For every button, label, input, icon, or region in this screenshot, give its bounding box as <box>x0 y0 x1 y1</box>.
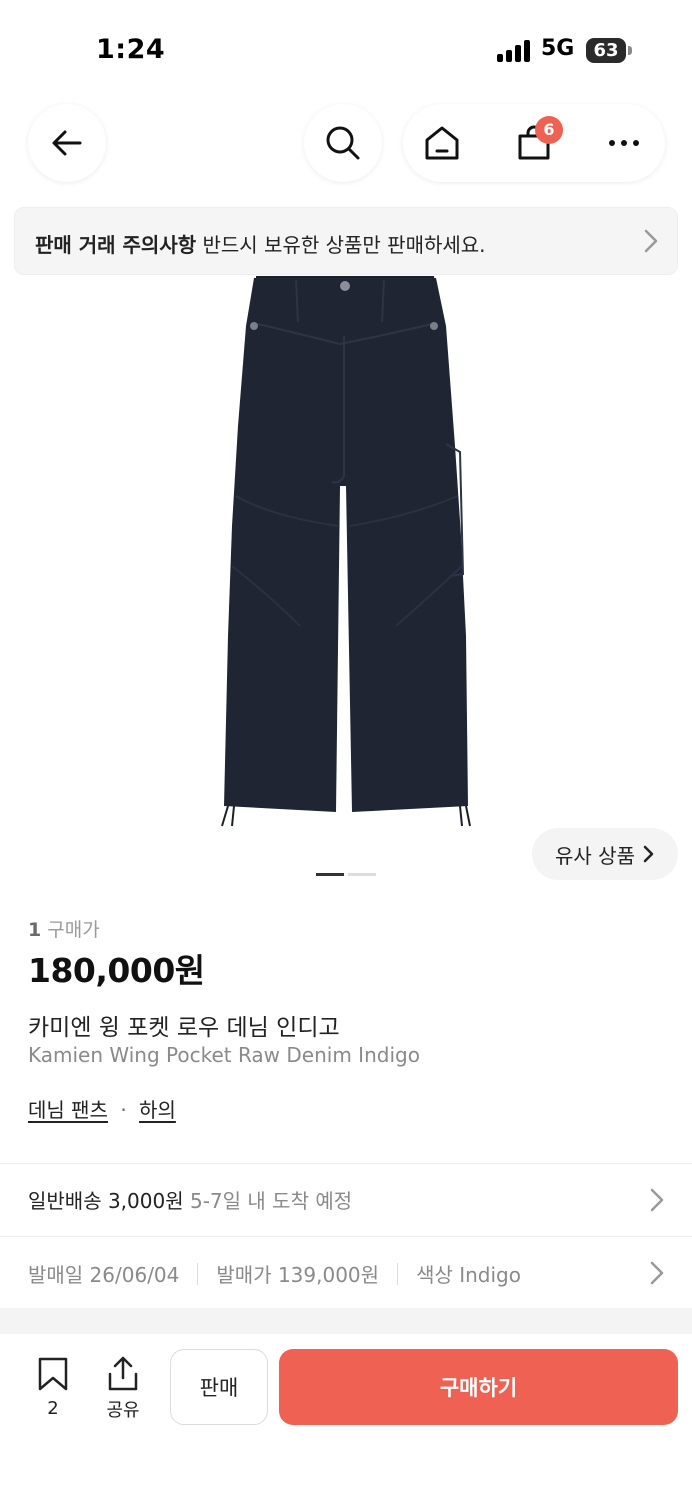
chevron-right-icon <box>644 229 658 253</box>
color-info: 색상 Indigo <box>416 1263 521 1287</box>
battery-tip <box>628 46 632 55</box>
retail-price: 발매가 139,000원 <box>216 1263 380 1287</box>
chevron-right-icon <box>650 1261 664 1285</box>
back-button[interactable] <box>28 104 106 182</box>
chevron-right-icon <box>643 845 654 863</box>
sell-button[interactable]: 판매 <box>170 1349 268 1425</box>
status-time: 1:24 <box>96 34 166 65</box>
bookmark-button[interactable]: 2 <box>26 1356 80 1426</box>
home-icon <box>425 126 459 160</box>
arrow-left-icon <box>52 130 82 156</box>
bookmark-count: 2 <box>47 1398 59 1419</box>
divider <box>0 1236 692 1237</box>
trade-notice[interactable]: 판매 거래 주의사항 반드시 보유한 상품만 판매하세요. <box>14 207 678 275</box>
release-date: 발매일 26/06/04 <box>28 1263 180 1287</box>
shipping-eta: 5-7일 내 도착 예정 <box>189 1189 353 1213</box>
share-icon <box>108 1356 138 1391</box>
category-tags: 데님 팬츠 · 하의 <box>28 1094 176 1123</box>
image-pager-dot-active <box>316 873 344 876</box>
cart-button[interactable] <box>499 104 569 182</box>
more-button[interactable] <box>589 104 659 182</box>
price-rank: 1 <box>28 919 42 941</box>
notice-body: 반드시 보유한 상품만 판매하세요. <box>202 233 486 257</box>
product-name-en: Kamien Wing Pocket Raw Denim Indigo <box>28 1043 420 1067</box>
product-image[interactable] <box>0 276 692 836</box>
shipping-row[interactable]: 일반배송 3,000원 5-7일 내 도착 예정 <box>28 1185 352 1214</box>
nav-actions <box>403 104 665 182</box>
divider <box>0 1163 692 1164</box>
cart-badge: 6 <box>535 116 563 144</box>
battery-icon: 63 <box>586 38 626 63</box>
image-pager-dot <box>348 873 376 876</box>
section-spacer <box>0 1308 692 1334</box>
bookmark-icon <box>38 1357 68 1391</box>
more-icon <box>609 140 639 146</box>
price: 180,000원 <box>28 951 205 990</box>
share-label: 공유 <box>106 1400 140 1421</box>
buy-button[interactable]: 구매하기 <box>279 1349 678 1425</box>
price-label-text: 구매가 <box>47 919 100 941</box>
share-button[interactable]: 공유 <box>96 1356 150 1426</box>
status-bar: 1:24 5G 63 <box>0 0 692 100</box>
similar-products-button[interactable]: 유사 상품 <box>532 828 678 880</box>
separator <box>397 1262 399 1285</box>
similar-products-label: 유사 상품 <box>555 843 635 868</box>
network-type: 5G <box>541 36 575 61</box>
product-name-ko: 카미엔 윙 포켓 로우 데님 인디고 <box>28 1015 340 1041</box>
release-info-row[interactable]: 발매일 26/06/04 발매가 139,000원 색상 Indigo <box>28 1259 521 1288</box>
category-link-denim-pants[interactable]: 데님 팬츠 <box>28 1098 108 1122</box>
category-link-bottoms[interactable]: 하의 <box>139 1098 176 1122</box>
category-separator: · <box>120 1098 127 1122</box>
notice-title: 판매 거래 주의사항 <box>35 233 197 257</box>
search-button[interactable] <box>304 104 382 182</box>
search-icon <box>326 126 360 160</box>
home-button[interactable] <box>407 104 477 182</box>
price-label: 1 구매가 <box>28 915 100 942</box>
separator <box>197 1262 199 1285</box>
notice-text: 판매 거래 주의사항 반드시 보유한 상품만 판매하세요. <box>35 229 486 258</box>
shipping-label: 일반배송 3,000원 <box>28 1189 184 1213</box>
chevron-right-icon <box>650 1188 664 1212</box>
signal-icon <box>497 40 533 62</box>
